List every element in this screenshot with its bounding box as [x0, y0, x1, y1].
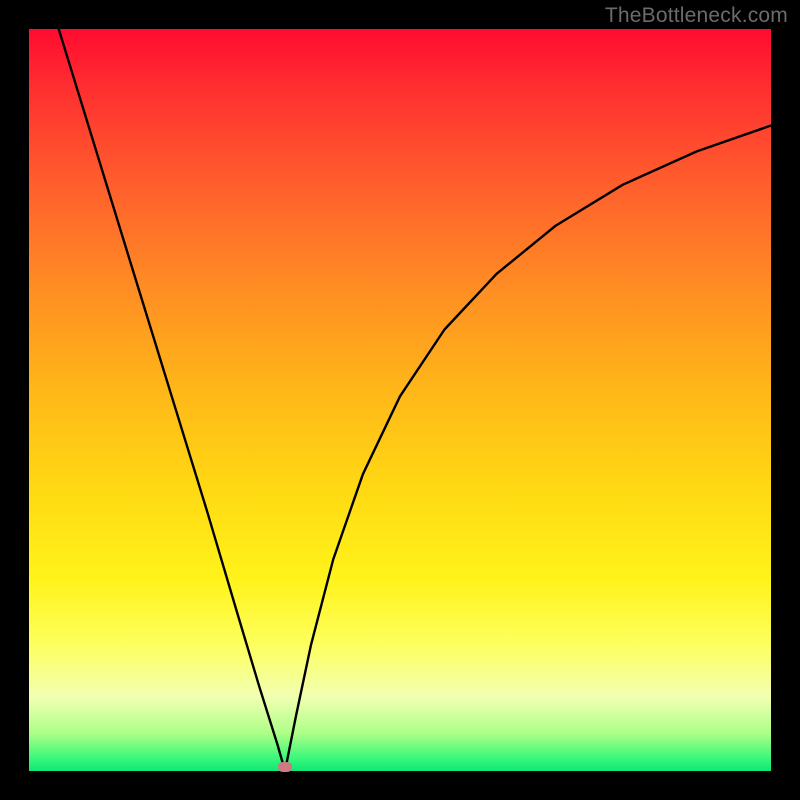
plot-area — [29, 29, 771, 771]
chart-frame: TheBottleneck.com — [0, 0, 800, 800]
watermark-text: TheBottleneck.com — [605, 4, 788, 28]
minimum-marker — [278, 762, 292, 772]
bottleneck-curve — [29, 29, 771, 771]
